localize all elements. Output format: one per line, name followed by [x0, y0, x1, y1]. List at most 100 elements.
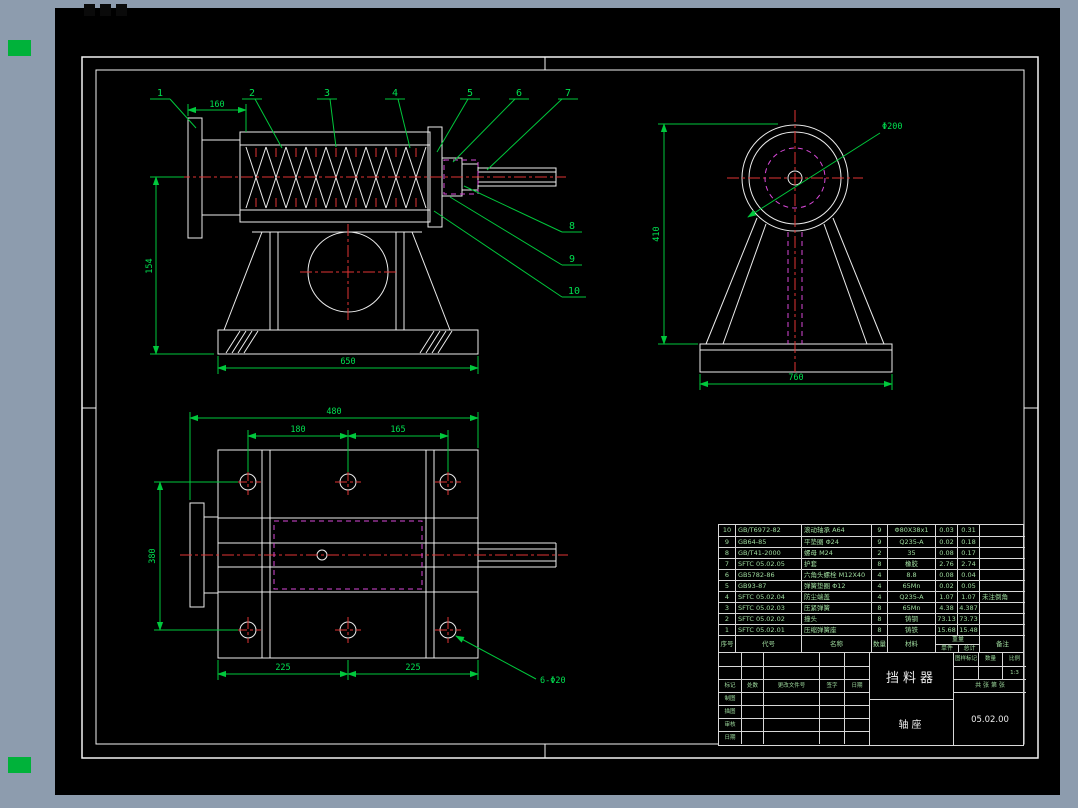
bom-cell-code: SFTC 05.02.02: [735, 613, 801, 624]
tb-cell: [819, 705, 844, 718]
callout-1: 1: [157, 88, 163, 99]
side-view-geometry: [699, 124, 893, 373]
bom-header-weight-group: 重量 单件 总计: [935, 635, 979, 652]
callout-9: 9: [569, 254, 575, 265]
bom-cell-single-weight: 0.08: [935, 547, 957, 558]
bom-row: 1 SFTC 05.02.01 压缩弹簧座 8 铸铁 15.68 15.48: [719, 624, 1025, 635]
plan-view: 480 180 165 380 225 225 6-Φ20: [148, 407, 568, 686]
bom-cell-qty: 8: [871, 613, 887, 624]
dim-154: 154: [145, 258, 155, 273]
tb-cell: [844, 666, 869, 679]
tb-cell: [763, 666, 819, 679]
bom-header-total: 总计: [958, 644, 979, 652]
part-name: 挡料器: [885, 670, 937, 686]
dim-165: 165: [390, 425, 405, 435]
bom-cell-total-weight: 1.07: [957, 591, 979, 602]
tb-cell: [741, 731, 763, 744]
tb-sig-trace: 描图: [719, 705, 741, 718]
mark-value: [954, 667, 978, 679]
bom-cell-single-weight: 1.07: [935, 591, 957, 602]
bom-cell-remark: [979, 536, 1025, 547]
dim-dia-200: Φ200: [882, 122, 902, 132]
callout-10: 10: [568, 286, 580, 297]
title-block-info: 图样标记 数量 比例 1:3 共 张 第 张 05.02.00: [953, 653, 1026, 746]
bom-cell-total-weight: 0.31: [957, 525, 979, 536]
callout-8: 8: [569, 221, 575, 232]
bom-cell-qty: 4: [871, 580, 887, 591]
bom-cell-total-weight: 0.04: [957, 569, 979, 580]
tb-rev-date: 日期: [844, 679, 869, 692]
bom-cell-single-weight: 0.02: [935, 580, 957, 591]
bom-cell-code: GB64-85: [735, 536, 801, 547]
tb-cell: [819, 731, 844, 744]
dim-650: 650: [340, 357, 355, 367]
bom-cell-remark: [979, 558, 1025, 569]
dim-760: 760: [788, 373, 803, 383]
bom-cell-single-weight: 2.76: [935, 558, 957, 569]
tb-rev-count: 处数: [741, 679, 763, 692]
tb-cell: [819, 718, 844, 731]
callout-2: 2: [249, 88, 255, 99]
bom-row: 5 GB93-87 弹簧垫圈 Φ12 4 65Mn 0.02 0.05: [719, 580, 1025, 591]
bom-cell-no: 10: [722, 526, 732, 534]
bom-cell-code: SFTC 05.02.01: [735, 624, 801, 635]
callout-7: 7: [565, 88, 571, 99]
bom-cell-no: 1: [719, 624, 735, 635]
tb-rev-mark: 标记: [719, 679, 741, 692]
tb-cell: [819, 692, 844, 705]
tb-cell: [844, 705, 869, 718]
bom-cell-name: 弹簧垫圈 Φ12: [801, 580, 871, 591]
bom-header-name: 名称: [801, 635, 871, 652]
front-view: 160 154 650 1 2 3 4 5 6 7 8 9 10: [145, 88, 586, 374]
bom-cell-material: 铸铁: [887, 624, 935, 635]
bom-header-no: 序号: [719, 635, 735, 652]
bom-cell-no: 2: [719, 613, 735, 624]
bom-cell-code: GB/T41-2000: [735, 547, 801, 558]
bom-header-material: 材料: [887, 635, 935, 652]
bom-cell-no: 8: [719, 547, 735, 558]
plan-view-dimensions: 480 180 165 380 225 225 6-Φ20: [148, 407, 566, 686]
tb-sig-check: 审核: [719, 718, 741, 731]
bom-cell-total-weight: 73.73: [957, 613, 979, 624]
tb-rev-sign: 签字: [819, 679, 844, 692]
callout-4: 4: [392, 88, 398, 99]
bom-row: 2 SFTC 05.02.02 撞头 8 铸钢 73.13 73.73: [719, 613, 1025, 624]
tb-cell: [763, 692, 819, 705]
bom-cell-material: Q235-A: [887, 591, 935, 602]
dim-225-a: 225: [275, 663, 290, 673]
bom-cell-material: Φ80X38x1: [887, 525, 935, 536]
bom-cell-no: 3: [719, 602, 735, 613]
bom-cell-no: 5: [719, 580, 735, 591]
bom-cell-material: 8.8: [887, 569, 935, 580]
sub-name: 轴座: [870, 699, 953, 746]
bom-cell-total-weight: 15.48: [957, 624, 979, 635]
bom-cell-material: 橡胶: [887, 558, 935, 569]
bom-row: 6 GB5782-86 六角头螺栓 M12X40 4 8.8 0.08 0.04: [719, 569, 1025, 580]
callout-6: 6: [516, 88, 522, 99]
bom-cell-code: GB93-87: [735, 580, 801, 591]
tb-cell: [844, 718, 869, 731]
bom-cell-no: 6: [719, 569, 735, 580]
bom-cell-single-weight: 4.38: [935, 602, 957, 613]
bom-header-single: 单件: [936, 644, 958, 652]
front-view-geometry: [187, 117, 557, 355]
bom-cell-name: 防尘端盖: [801, 591, 871, 602]
plan-view-centerlines: [180, 469, 568, 643]
bom-cell-code: SFTC 05.02.03: [735, 602, 801, 613]
cad-viewer-screen: 160 154 650 1 2 3 4 5 6 7 8 9 10 Φ200 41…: [0, 0, 1078, 808]
bom-cell-single-weight: 73.13: [935, 613, 957, 624]
tb-cell: [763, 705, 819, 718]
bom-header-remark: 备注: [979, 635, 1025, 652]
bom-cell-code: SFTC 05.02.04: [735, 591, 801, 602]
bom-cell-total-weight: 4.387: [957, 602, 979, 613]
bom-cell-remark: [979, 525, 1025, 536]
bom-cell-remark: [979, 569, 1025, 580]
bom-cell-qty: 9: [871, 525, 887, 536]
front-view-callouts: 1 2 3 4 5 6 7 8 9 10: [150, 88, 586, 298]
bom-row: 8 GB/T41-2000 螺母 M24 2 35 0.08 0.17: [719, 547, 1025, 558]
bom-cell-name: 六角头螺栓 M12X40: [801, 569, 871, 580]
tb-cell: [741, 653, 763, 666]
bom-cell-remark: [979, 613, 1025, 624]
bom-table: 10 GB/T6972-82 滚动轴承 A64 9 Φ80X38x1 0.03 0.31 9…: [719, 525, 1025, 652]
bom-cell-remark: [979, 547, 1025, 558]
